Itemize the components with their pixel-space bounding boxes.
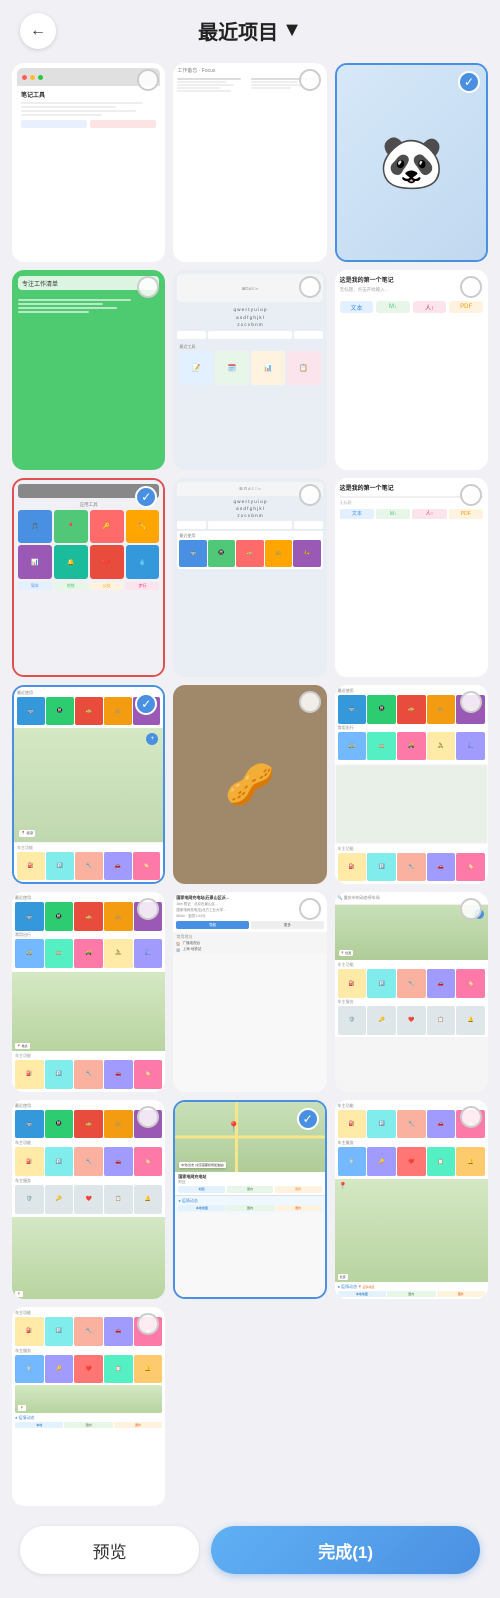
title-dropdown-icon[interactable]: ▼ bbox=[282, 19, 302, 42]
check-badge-11 bbox=[460, 691, 482, 713]
thumbnail-12[interactable]: 最近使用 🚌 🚇 🚕 🚲 🛵 常用出行 🚎 🚃 🛺 🚴 🛴 bbox=[12, 892, 165, 1091]
thumbnail-9[interactable]: 最近使用 🚌 🚇 🚕 🚲 🛵 📍 北京 + 车主功能 ⛽ 🅿 bbox=[12, 685, 165, 884]
check-badge-8 bbox=[460, 484, 482, 506]
back-button[interactable]: ← bbox=[20, 13, 56, 49]
thumbnail-1[interactable]: 工作备忘 · Focus bbox=[173, 63, 326, 262]
check-badge-10 bbox=[299, 691, 321, 713]
check-badge-13 bbox=[299, 898, 321, 920]
thumbnail-0[interactable]: 笔记工具 bbox=[12, 63, 165, 262]
thumbnail-3[interactable]: 专注工作清单 bbox=[12, 270, 165, 469]
preview-label: 预览 bbox=[93, 1538, 127, 1563]
check-badge-6: ✓ bbox=[135, 486, 157, 508]
thumbnail-16[interactable]: 📍 中化/达志 (北京首都机场加油站) 国家电网充电站 附近 地图 国内 国外 … bbox=[173, 1100, 326, 1299]
thumbnail-11[interactable]: 最近使用 🚌 🚇 🚕 🚲 🛵 常用出行 🚎 🚃 🛺 🚴 🛴 bbox=[335, 685, 488, 884]
thumbnail-7[interactable]: ⊠ ⊡ A ≡ □ ≈ q w e r t y u i o p a s d f … bbox=[173, 478, 326, 677]
thumbnail-17[interactable]: 车主功能 ⛽ 🅿️ 🔧 🚗 🏷️ 车主服务 🛡️ 🔑 ❤️ 📋 🔔 bbox=[335, 1100, 488, 1299]
back-arrow-icon: ← bbox=[30, 22, 46, 40]
thumbnail-15[interactable]: 最近使用 🚌 🚇 🚕 🚲 🛵 车主功能 ⛽ 🅿️ 🔧 🚗 🏷️ 车主服务 bbox=[12, 1100, 165, 1299]
thumbnail-14[interactable]: 🔍 重庆市的动态停车场 📍 位置 + 车主功能 ⛽ 🅿️ 🔧 🚗 🏷️ 车主服务… bbox=[335, 892, 488, 1091]
thumbnail-4[interactable]: ⊠⊡A≡□≈ q w e r t y u i o p a s d f g h j… bbox=[173, 270, 326, 469]
bottom-bar: 预览 完成(1) bbox=[0, 1514, 500, 1598]
pb-jar-image: 🥜 bbox=[225, 761, 275, 808]
check-badge-2: ✓ bbox=[458, 71, 480, 93]
check-badge-15 bbox=[137, 1106, 159, 1128]
thumbnail-grid: 笔记工具 工作备忘 · Focus bbox=[0, 55, 500, 1514]
done-button[interactable]: 完成(1) bbox=[211, 1526, 480, 1574]
thumbnail-13[interactable]: 国家电网充电站(石景山区沃... 1km 附近 · 北京石景山区... 国家电网… bbox=[173, 892, 326, 1091]
thumbnail-2[interactable]: 🐼 ✓ bbox=[335, 63, 488, 262]
header: ← 最近项目 ▼ bbox=[0, 0, 500, 55]
page-title: 最近项目 ▼ bbox=[198, 16, 302, 45]
check-badge-17 bbox=[460, 1106, 482, 1128]
title-text: 最近项目 bbox=[198, 16, 278, 45]
check-badge-4 bbox=[299, 276, 321, 298]
check-badge-16: ✓ bbox=[297, 1108, 319, 1130]
thumbnail-5[interactable]: 这是我的第一个笔记 无标题，点击开始输入... 文本 M↓ 人↑ PDF bbox=[335, 270, 488, 469]
check-badge-7 bbox=[299, 484, 321, 506]
check-badge-1 bbox=[299, 69, 321, 91]
done-label: 完成(1) bbox=[318, 1538, 373, 1563]
preview-button[interactable]: 预览 bbox=[20, 1526, 199, 1574]
thumbnail-18[interactable]: 车主功能 ⛽ 🅿️ 🔧 🚗 🏷️ 车主服务 🛡️ 🔑 ❤️ 📋 🔔 bbox=[12, 1307, 165, 1506]
thumbnail-8[interactable]: 这是我的第一个笔记 无标题 文本 M↓ 人↑ PDF bbox=[335, 478, 488, 677]
thumbnail-10[interactable]: 🥜 bbox=[173, 685, 326, 884]
thumbnail-6[interactable]: 应用工具 🎵 📍 🔑 ✏️ 📊 🔔 ❤️ 💧 驾车 地铁 公交 步行 ✓ bbox=[12, 478, 165, 677]
panda-image: 🐼 bbox=[379, 132, 444, 193]
